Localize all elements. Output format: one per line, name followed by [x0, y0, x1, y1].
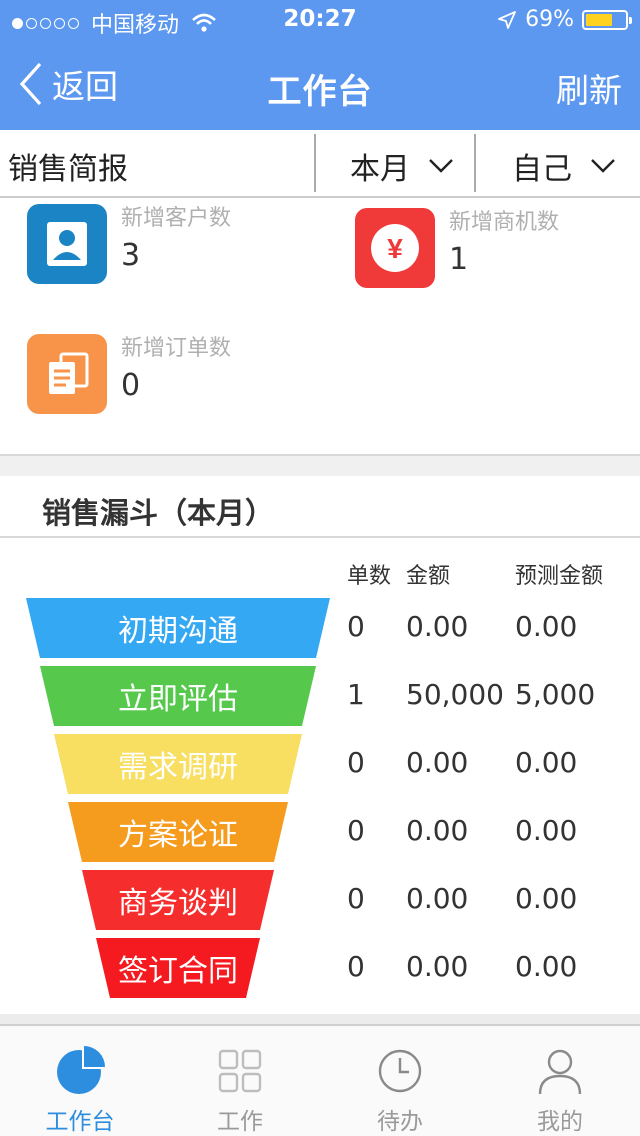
pie-chart-icon — [57, 1046, 105, 1094]
tab-label: 工作 — [217, 1109, 263, 1135]
funnel-stage-label: 方案论证 — [118, 818, 238, 853]
funnel-count: 0 — [347, 814, 365, 847]
battery-percent: 69% — [525, 7, 574, 32]
funnel-amount: 0.00 — [406, 950, 469, 983]
column-header-amount: 金额 — [406, 564, 451, 589]
page-title: 工作台 — [267, 72, 373, 112]
stat-label: 新增商机数 — [449, 210, 560, 235]
nav-bar: 返回 工作台 刷新 — [0, 40, 640, 130]
filter-bar: 销售简报 本月 自己 — [0, 130, 640, 198]
funnel-amount: 50,000 — [406, 678, 504, 711]
funnel-forecast: 0.00 — [515, 746, 578, 779]
section-gap — [0, 456, 640, 476]
period-value: 本月 — [350, 152, 410, 187]
location-arrow-icon — [498, 10, 516, 29]
tab-mine[interactable]: 我的 — [480, 1026, 640, 1136]
header: 中国移动 20:27 69% 返回 工作台 刷新 — [0, 0, 640, 130]
column-header-forecast: 预测金额 — [515, 564, 604, 589]
funnel-count: 0 — [347, 746, 365, 779]
stat-value: 1 — [449, 242, 469, 277]
funnel-amount: 0.00 — [406, 814, 469, 847]
funnel-stage[interactable]: 商务谈判 — [82, 870, 274, 930]
tab-label: 工作台 — [45, 1109, 115, 1135]
funnel-stage[interactable]: 需求调研 — [54, 734, 302, 794]
funnel-amount: 0.00 — [406, 610, 469, 643]
battery-level — [586, 13, 613, 26]
grid-icon — [218, 1049, 262, 1093]
chevron-down-icon — [591, 159, 615, 173]
clock-icon — [378, 1049, 422, 1093]
refresh-button[interactable]: 刷新 — [556, 64, 622, 112]
funnel-stage[interactable]: 签订合同 — [96, 938, 260, 998]
yen-icon: ¥ — [355, 208, 435, 288]
chevron-down-icon — [429, 159, 453, 173]
funnel-forecast: 0.00 — [515, 814, 578, 847]
funnel-forecast: 5,000 — [515, 678, 596, 711]
battery-icon — [582, 9, 632, 30]
funnel-stage-label: 立即评估 — [118, 682, 238, 717]
funnel-stage-label: 初期沟通 — [118, 614, 238, 649]
funnel-forecast: 0.00 — [515, 950, 578, 983]
funnel-stage[interactable]: 初期沟通 — [26, 598, 330, 658]
owner-value: 自己 — [512, 152, 572, 187]
funnel-stage[interactable]: 立即评估 — [40, 666, 316, 726]
customer-icon — [27, 204, 107, 284]
stat-value: 0 — [121, 368, 141, 403]
funnel-header: 销售漏斗（本月） — [0, 476, 640, 538]
divider — [314, 134, 316, 192]
column-header-count: 单数 — [347, 564, 392, 589]
period-select[interactable]: 本月 — [350, 144, 454, 188]
owner-select[interactable]: 自己 — [512, 144, 616, 188]
funnel-stage-label: 商务谈判 — [118, 886, 238, 921]
svg-text:¥: ¥ — [387, 233, 403, 264]
document-icon — [27, 334, 107, 414]
funnel-count: 0 — [347, 950, 365, 983]
funnel-count: 0 — [347, 610, 365, 643]
funnel-stage-label: 需求调研 — [118, 750, 238, 785]
tab-bar: 工作台 工作 待办 我的 — [0, 1024, 640, 1136]
funnel-title: 销售漏斗（本月） — [42, 496, 275, 530]
stat-label: 新增订单数 — [121, 336, 232, 361]
tab-work[interactable]: 工作 — [160, 1026, 320, 1136]
tab-label: 待办 — [377, 1109, 423, 1135]
funnel-amount: 0.00 — [406, 882, 469, 915]
stat-label: 新增客户数 — [121, 206, 232, 231]
tab-todo[interactable]: 待办 — [320, 1026, 480, 1136]
app-screen: 中国移动 20:27 69% 返回 工作台 刷新 销售简报 本月 自己 新增客户… — [0, 0, 640, 1136]
funnel-forecast: 0.00 — [515, 882, 578, 915]
tab-label: 我的 — [537, 1109, 583, 1135]
section-title: 销售简报 — [8, 152, 128, 187]
stats-panel: 新增客户数 3 ¥ 新增商机数 1 新增订单数 0 — [0, 198, 640, 456]
funnel-amount: 0.00 — [406, 746, 469, 779]
divider — [474, 134, 476, 192]
person-icon — [538, 1049, 582, 1095]
funnel-stage-label: 签订合同 — [118, 954, 238, 989]
section-gap — [0, 1014, 640, 1024]
status-right: 69% — [497, 7, 632, 32]
funnel-count: 0 — [347, 882, 365, 915]
stat-value: 3 — [121, 238, 141, 273]
status-bar: 中国移动 20:27 69% — [0, 0, 640, 40]
tab-workbench[interactable]: 工作台 — [0, 1026, 160, 1136]
funnel-count: 1 — [347, 678, 365, 711]
funnel-stage[interactable]: 方案论证 — [68, 802, 288, 862]
funnel-forecast: 0.00 — [515, 610, 578, 643]
